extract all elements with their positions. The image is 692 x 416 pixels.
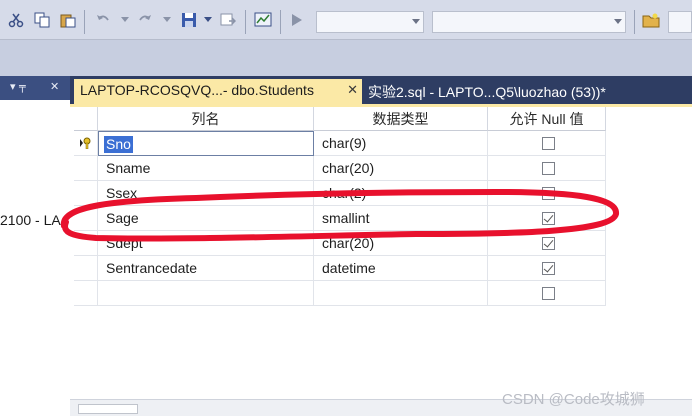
column-name[interactable]: [98, 281, 314, 306]
database-combo[interactable]: [316, 11, 424, 33]
copy-icon[interactable]: [32, 10, 52, 30]
undo-icon[interactable]: [92, 10, 114, 30]
redo-icon[interactable]: [134, 10, 156, 30]
row-selector[interactable]: [74, 131, 98, 156]
table-row[interactable]: Sno char(9): [74, 131, 606, 156]
toolbar: [0, 0, 692, 40]
object-explorer-pane: ▾ ╤ ✕ 2100 - LA: [0, 76, 70, 416]
document-tabs: LAPTOP-RCOSQVQ...- dbo.Students ✕ 实验2.sq…: [70, 76, 692, 104]
row-selector[interactable]: [74, 156, 98, 181]
pin-icon[interactable]: ▾ ╤: [10, 80, 26, 93]
allow-null-checkbox[interactable]: [542, 287, 555, 300]
key-icon: [80, 137, 91, 149]
paste-icon[interactable]: [58, 10, 78, 30]
column-name[interactable]: Sentrancedate: [98, 256, 314, 281]
tab-query[interactable]: 实验2.sql - LAPTO...Q5\luozhao (53))*: [362, 79, 612, 104]
data-type[interactable]: char(20): [314, 156, 488, 181]
allow-null-checkbox[interactable]: [542, 262, 555, 275]
folder-icon[interactable]: [640, 10, 662, 30]
tab-table-designer[interactable]: LAPTOP-RCOSQVQ...- dbo.Students ✕: [74, 79, 362, 104]
tab-close-icon[interactable]: ✕: [347, 82, 358, 98]
watermark: CSDN @Code攻城狮: [502, 391, 645, 408]
run-icon[interactable]: [288, 10, 306, 30]
tab-label: LAPTOP-RCOSQVQ...- dbo.Students: [80, 82, 314, 98]
row-selector[interactable]: [74, 281, 98, 306]
header-column-name: 列名: [98, 107, 314, 131]
save-dropdown-icon[interactable]: [203, 10, 213, 30]
row-selector-header: [74, 107, 98, 131]
tab-label: 实验2.sql - LAPTO...Q5\luozhao (53))*: [368, 84, 606, 100]
pane-close-icon[interactable]: ✕: [50, 80, 59, 93]
solution-combo[interactable]: [432, 11, 626, 33]
data-type[interactable]: datetime: [314, 256, 488, 281]
column-name[interactable]: Sname: [98, 156, 314, 181]
column-name: Sno: [104, 136, 133, 153]
annotation-ellipse: [60, 188, 619, 242]
header-data-type: 数据类型: [314, 107, 488, 131]
table-row[interactable]: [74, 281, 606, 306]
export-icon[interactable]: [217, 10, 239, 30]
table-row[interactable]: Sentrancedate datetime: [74, 256, 606, 281]
header-allow-null: 允许 Null 值: [488, 107, 606, 131]
table-designer: 列名 数据类型 允许 Null 值 Sno char(9) Sname char(20…: [70, 107, 692, 416]
redo-dropdown-icon[interactable]: [162, 10, 172, 30]
allow-null-checkbox[interactable]: [542, 162, 555, 175]
row-selector[interactable]: [74, 256, 98, 281]
allow-null-checkbox[interactable]: [542, 137, 555, 150]
column-name-input[interactable]: Sno: [98, 131, 314, 156]
search-combo[interactable]: [668, 11, 692, 33]
table-row[interactable]: Sname char(20): [74, 156, 606, 181]
data-type[interactable]: [314, 281, 488, 306]
undo-dropdown-icon[interactable]: [120, 10, 130, 30]
pane-header: ▾ ╤ ✕: [0, 76, 70, 100]
chart-icon[interactable]: [252, 10, 274, 30]
scrollbar-thumb[interactable]: [78, 404, 138, 414]
tree-item[interactable]: 2100 - LA: [0, 212, 61, 228]
save-icon[interactable]: [178, 10, 200, 30]
toolbar-secondary: [0, 40, 692, 76]
cut-icon[interactable]: [6, 10, 26, 30]
data-type[interactable]: char(9): [314, 131, 488, 156]
